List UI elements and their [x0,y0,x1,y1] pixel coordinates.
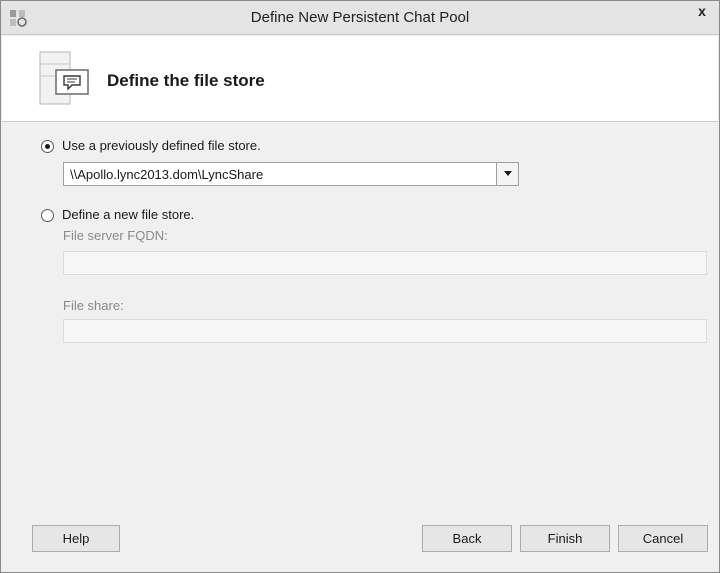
use-existing-radio[interactable] [41,140,54,153]
title-bar[interactable]: Define New Persistent Chat Pool x [1,1,719,35]
window-title: Define New Persistent Chat Pool [250,9,470,26]
fqdn-label: File server FQDN: [63,228,168,243]
define-new-label[interactable]: Define a new file store. [62,207,194,222]
close-icon[interactable]: x [685,1,719,23]
help-button[interactable]: Help [32,525,120,552]
cancel-button[interactable]: Cancel [618,525,708,552]
file-store-dropdown[interactable]: \\Apollo.lync2013.dom\LyncShare [63,162,519,186]
fqdn-input[interactable] [63,251,707,275]
file-share-label: File share: [63,298,124,313]
file-store-dropdown-value: \\Apollo.lync2013.dom\LyncShare [70,167,264,182]
back-button[interactable]: Back [422,525,512,552]
wizard-window: Define New Persistent Chat Pool x Define… [0,0,720,573]
file-share-input[interactable] [63,319,707,343]
chevron-down-icon[interactable] [496,163,518,185]
finish-button[interactable]: Finish [520,525,610,552]
page-title: Define the file store [107,71,265,90]
server-chat-icon [39,51,89,105]
use-existing-label[interactable]: Use a previously defined file store. [62,138,261,153]
page-header: Define the file store [2,36,718,122]
define-new-radio[interactable] [41,209,54,222]
